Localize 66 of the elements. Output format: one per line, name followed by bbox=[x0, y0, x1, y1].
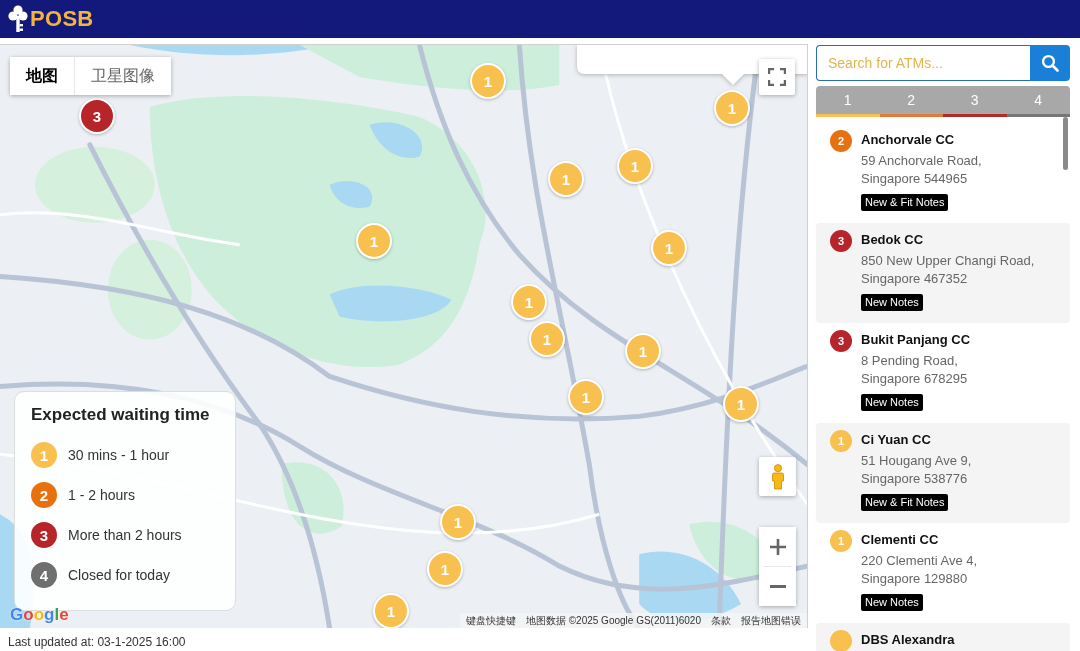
fullscreen-button[interactable] bbox=[759, 59, 795, 95]
atm-address: Singapore 538776 bbox=[861, 470, 968, 488]
atm-name: DBS Alexandra bbox=[861, 632, 955, 648]
zoom-in-button[interactable] bbox=[759, 527, 796, 566]
atm-list-item[interactable]: 3 Bukit Panjang CC 8 Pending Road, Singapore 678295 New Notes bbox=[816, 323, 1070, 423]
map-type-button[interactable]: 卫星图像 bbox=[74, 57, 171, 95]
note-type-tag: New Notes bbox=[861, 394, 923, 411]
level-marker: 3 bbox=[830, 230, 852, 252]
plus-icon bbox=[768, 537, 787, 556]
atm-address: 8 Pending Road, bbox=[861, 352, 958, 370]
brand-name: POSB bbox=[30, 6, 94, 32]
key-icon bbox=[8, 5, 28, 33]
map-data-text: 地图数据 ©2025 Google GS(2011)6020 bbox=[525, 614, 701, 627]
atm-address: 59 Anchorvale Road, bbox=[861, 152, 982, 170]
atm-list-item[interactable]: 3 Bedok CC 850 New Upper Changi Road, Singapore 467352 New Notes bbox=[816, 223, 1070, 323]
scrollbar-thumb[interactable] bbox=[1063, 117, 1068, 170]
fullscreen-icon bbox=[768, 68, 786, 86]
last-updated-text: Last updated at: 03-1-2025 16:00 bbox=[7, 634, 187, 650]
atm-address: Singapore 467352 bbox=[861, 270, 968, 288]
atm-address: 850 New Upper Changi Road, bbox=[861, 252, 1035, 270]
atm-name: Anchorvale CC bbox=[861, 132, 955, 148]
note-type-tag: New & Fit Notes bbox=[861, 494, 949, 511]
note-type-tag: New & Fit Notes bbox=[861, 194, 949, 211]
map-type-button[interactable]: 地图 bbox=[10, 57, 74, 95]
legend-title: Expected waiting time bbox=[31, 405, 211, 425]
filter-tab[interactable]: 4 bbox=[1006, 86, 1070, 117]
atm-list-item[interactable]: 1 Clementi CC 220 Clementi Ave 4, Singapore 129880 New Notes bbox=[816, 523, 1070, 623]
level-marker: 1 bbox=[830, 530, 852, 552]
keyboard-shortcuts-link[interactable]: 键盘快捷键 bbox=[465, 614, 516, 627]
filter-tab[interactable]: 3 bbox=[943, 86, 1007, 117]
level-marker: 1 bbox=[31, 442, 57, 468]
filter-tab[interactable]: 2 bbox=[879, 86, 943, 117]
atm-list-item[interactable]: 1 Ci Yuan CC 51 Hougang Ave 9, Singapore 538776 New & Fit Notes bbox=[816, 423, 1070, 523]
note-type-tag: New Notes bbox=[861, 294, 923, 311]
legend-label: Closed for today bbox=[68, 567, 170, 583]
note-type-tag: New Notes bbox=[861, 594, 923, 611]
atm-name: Clementi CC bbox=[861, 532, 939, 548]
report-error-link[interactable]: 报告地图错误 bbox=[741, 614, 801, 627]
atm-address: 51 Hougang Ave 9, bbox=[861, 452, 972, 470]
atm-address: Singapore 129880 bbox=[861, 570, 968, 588]
level-marker: 2 bbox=[31, 482, 57, 508]
search-icon bbox=[1041, 54, 1059, 72]
level-marker: 3 bbox=[830, 330, 852, 352]
search-button[interactable] bbox=[1030, 45, 1070, 81]
person-icon bbox=[770, 463, 785, 490]
atm-address: Singapore 544965 bbox=[861, 170, 968, 188]
level-marker: 3 bbox=[31, 522, 57, 548]
legend-label: 30 mins - 1 hour bbox=[68, 447, 170, 463]
atm-list-item[interactable]: 2 Anchorvale CC 59 Anchorvale Road, Singapore 544965 New & Fit Notes bbox=[816, 123, 1070, 223]
level-marker: 4 bbox=[31, 562, 57, 588]
legend-label: More than 2 hours bbox=[68, 527, 182, 543]
google-logo: Google bbox=[10, 605, 69, 625]
filter-tab[interactable]: 1 bbox=[816, 86, 880, 117]
atm-name: Ci Yuan CC bbox=[861, 432, 931, 448]
atm-name: Bukit Panjang CC bbox=[861, 332, 971, 348]
search-field[interactable]: Search for ATMs... bbox=[816, 45, 1030, 81]
atm-name: Bedok CC bbox=[861, 232, 924, 248]
atm-address: 220 Clementi Ave 4, bbox=[861, 552, 978, 570]
terms-link[interactable]: 条款 bbox=[711, 614, 731, 627]
minus-icon bbox=[769, 585, 786, 588]
atm-list-item[interactable]: DBS Alexandra bbox=[816, 623, 1070, 651]
level-marker: 2 bbox=[830, 130, 852, 152]
zoom-out-button[interactable] bbox=[759, 567, 796, 606]
atm-address: Singapore 678295 bbox=[861, 370, 968, 388]
level-marker: 1 bbox=[830, 430, 852, 452]
legend-label: 1 - 2 hours bbox=[68, 487, 135, 503]
